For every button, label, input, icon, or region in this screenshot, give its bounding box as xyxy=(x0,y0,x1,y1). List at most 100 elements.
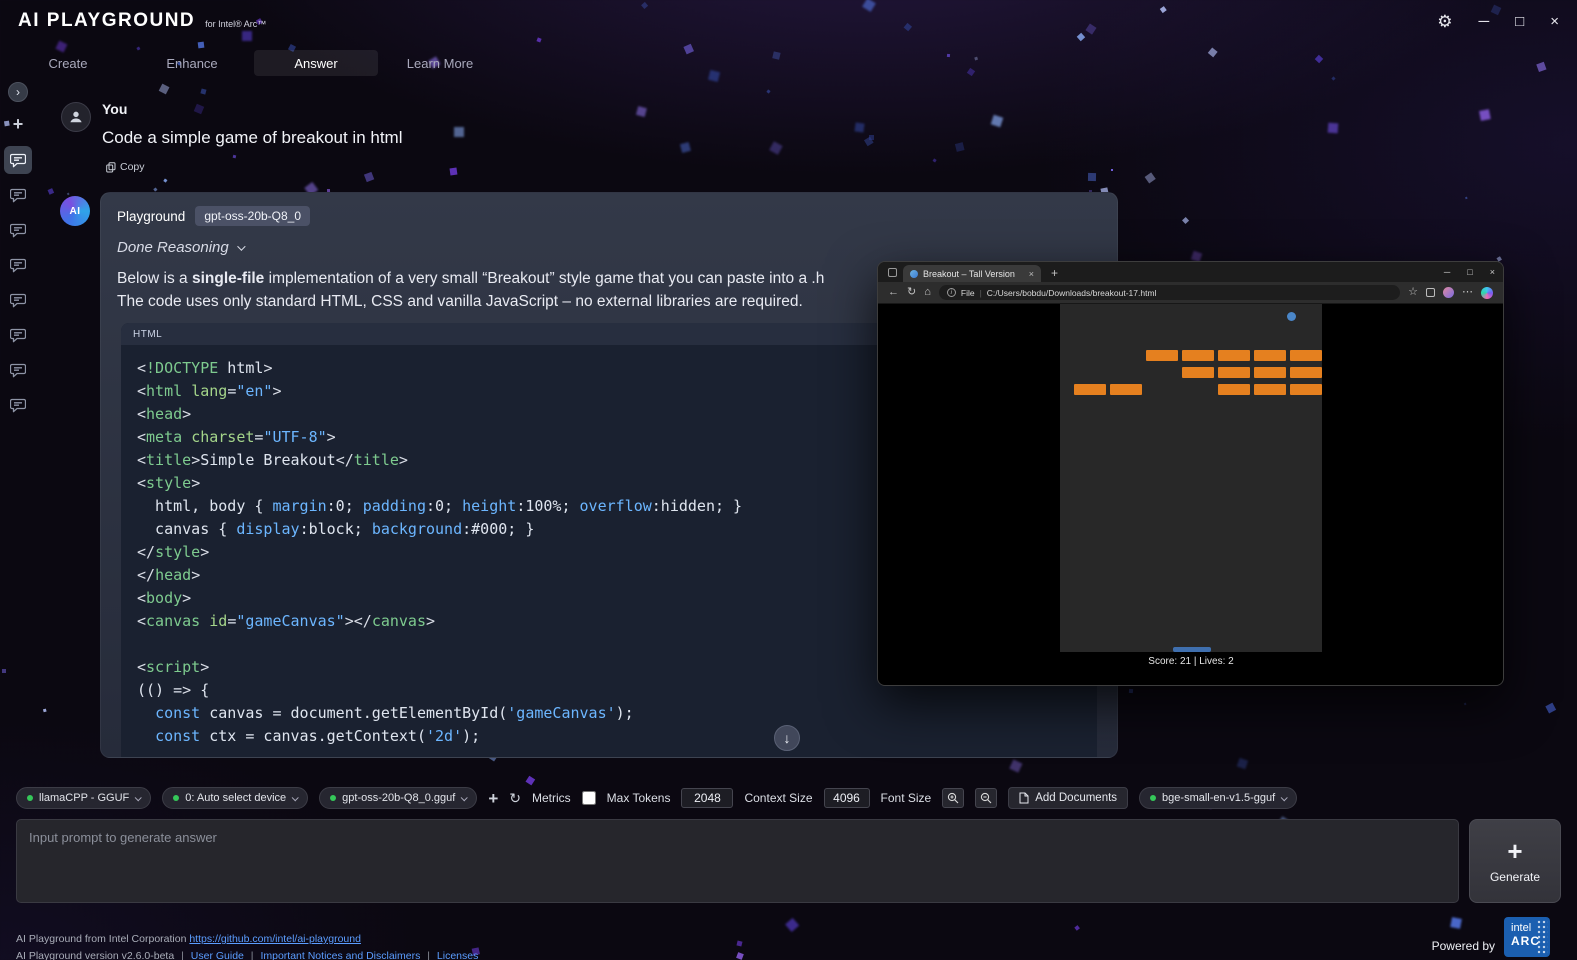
metrics-label: Metrics xyxy=(532,791,571,805)
more-options-button[interactable]: ⋯ xyxy=(1462,287,1473,298)
nav-tab-learn-more[interactable]: Learn More xyxy=(378,50,502,76)
sidebar-chat-item[interactable] xyxy=(4,286,32,314)
address-url-field[interactable]: i File | C:/Users/bobdu/Downloads/breako… xyxy=(939,285,1400,300)
brick xyxy=(1254,384,1286,395)
browser-maximize-button[interactable]: □ xyxy=(1467,267,1472,277)
model-select-label: gpt-oss-20b-Q8_0.gguf xyxy=(342,792,455,804)
browser-minimize-button[interactable]: ─ xyxy=(1444,267,1450,277)
font-size-label: Font Size xyxy=(881,791,932,805)
reasoning-status[interactable]: Done Reasoning xyxy=(117,239,1101,256)
user-name: You xyxy=(102,101,127,117)
intro-bold: single-file xyxy=(192,270,264,287)
github-link[interactable]: https://github.com/intel/ai-playground xyxy=(189,933,361,945)
add-documents-button[interactable]: Add Documents xyxy=(1008,787,1128,809)
context-size-label: Context Size xyxy=(744,791,812,805)
refresh-button[interactable]: ↻ xyxy=(907,287,916,298)
intro-post: implementation of a very small “Breakout… xyxy=(264,270,824,287)
brick xyxy=(1254,367,1286,378)
game-paddle xyxy=(1173,647,1211,652)
prompt-input[interactable] xyxy=(16,819,1459,903)
browser-close-button[interactable]: × xyxy=(1490,267,1495,277)
version-text: AI Playground version v2.6.0-beta xyxy=(16,950,174,960)
chat-bubble-icon xyxy=(10,153,26,168)
max-tokens-input[interactable] xyxy=(681,788,733,808)
minimize-button[interactable]: ─ xyxy=(1479,14,1490,29)
tab-close-button[interactable]: × xyxy=(1029,269,1034,279)
collections-button[interactable] xyxy=(1426,288,1435,297)
chat-bubble-icon xyxy=(10,188,26,203)
copy-button[interactable]: Copy xyxy=(106,161,145,173)
sidebar-chat-item[interactable] xyxy=(4,181,32,209)
brick xyxy=(1290,384,1322,395)
link-user-guide[interactable]: User Guide xyxy=(191,950,244,960)
badge-dot-pattern xyxy=(1537,920,1548,954)
sidebar-chat-item[interactable] xyxy=(4,146,32,174)
nav-tab-create[interactable]: Create xyxy=(6,50,130,76)
brick xyxy=(1290,367,1322,378)
embedding-select[interactable]: bge-small-en-v1.5-gguf xyxy=(1139,787,1297,809)
zoom-in-icon xyxy=(947,792,959,804)
footer-version-line: AI Playground version v2.6.0-beta | User… xyxy=(16,950,478,960)
sidebar-chat-item[interactable] xyxy=(4,251,32,279)
sidebar-chat-item[interactable] xyxy=(4,321,32,349)
generate-button[interactable]: + Generate xyxy=(1469,819,1561,903)
context-size-input[interactable] xyxy=(824,788,870,808)
home-button[interactable]: ⌂ xyxy=(924,287,931,298)
intro-pre: Below is a xyxy=(117,270,192,287)
favorites-star-button[interactable]: ☆ xyxy=(1408,287,1418,298)
copy-icon xyxy=(106,162,116,173)
sidebar-chat-item[interactable] xyxy=(4,356,32,384)
browser-tab[interactable]: Breakout – Tall Version × xyxy=(903,265,1041,282)
backend-select-label: llamaCPP - GGUF xyxy=(39,792,129,804)
maximize-button[interactable]: □ xyxy=(1515,14,1524,29)
chat-history-list xyxy=(4,146,32,426)
footer-credit: AI Playground from Intel Corporation htt… xyxy=(16,933,361,945)
link-licenses[interactable]: Licenses xyxy=(437,950,478,960)
backend-select[interactable]: llamaCPP - GGUF xyxy=(16,787,151,809)
browser-address-bar: ← ↻ ⌂ i File | C:/Users/bobdu/Downloads/… xyxy=(878,282,1503,304)
powered-by-label: Powered by xyxy=(1432,939,1495,953)
nav-tab-enhance[interactable]: Enhance xyxy=(130,50,254,76)
game-canvas-area xyxy=(1060,304,1322,652)
brick xyxy=(1254,350,1286,361)
nav-tab-answer[interactable]: Answer xyxy=(254,50,378,76)
brick xyxy=(1182,367,1214,378)
metrics-checkbox[interactable] xyxy=(582,791,596,805)
plus-icon: + xyxy=(13,114,24,134)
settings-gear-icon[interactable]: ⚙ xyxy=(1437,13,1452,30)
scroll-down-button[interactable]: ↓ xyxy=(774,725,800,751)
device-select-label: 0: Auto select device xyxy=(185,792,286,804)
status-dot xyxy=(1150,795,1156,801)
back-button[interactable]: ← xyxy=(888,287,899,298)
device-select[interactable]: 0: Auto select device xyxy=(162,787,308,809)
add-model-button[interactable]: + xyxy=(488,790,498,807)
font-decrease-button[interactable] xyxy=(975,788,997,808)
profile-avatar[interactable] xyxy=(1443,287,1454,298)
new-tab-button[interactable]: + xyxy=(1051,267,1058,279)
close-button[interactable]: × xyxy=(1550,14,1559,29)
reasoning-label: Done Reasoning xyxy=(117,239,229,256)
chevron-right-icon: › xyxy=(16,85,20,99)
brick xyxy=(1182,350,1214,361)
chat-bubble-icon xyxy=(10,398,26,413)
user-avatar xyxy=(61,102,91,132)
refresh-models-button[interactable]: ↻ xyxy=(509,791,521,805)
separator: | xyxy=(181,950,184,960)
tab-title: Breakout – Tall Version xyxy=(923,269,1024,279)
copilot-icon[interactable] xyxy=(1481,287,1493,299)
sidebar-chat-item[interactable] xyxy=(4,391,32,419)
chevron-down-icon xyxy=(1281,794,1288,801)
sidebar-chat-item[interactable] xyxy=(4,216,32,244)
brick xyxy=(1146,350,1178,361)
game-ball xyxy=(1287,312,1296,321)
browser-window[interactable]: Breakout – Tall Version × + ─ □ × ← ↻ ⌂ … xyxy=(877,261,1504,686)
model-select[interactable]: gpt-oss-20b-Q8_0.gguf xyxy=(319,787,477,809)
code-line: const canvas = document.getElementById('… xyxy=(137,702,1097,725)
composer: + Generate xyxy=(16,819,1561,903)
new-chat-button[interactable]: + xyxy=(13,115,24,133)
window-app-icon xyxy=(888,268,897,277)
font-increase-button[interactable] xyxy=(942,788,964,808)
sidebar-expand-button[interactable]: › xyxy=(8,82,28,102)
link-notices[interactable]: Important Notices and Disclaimers xyxy=(260,950,420,960)
sidebar: › + xyxy=(0,82,36,426)
